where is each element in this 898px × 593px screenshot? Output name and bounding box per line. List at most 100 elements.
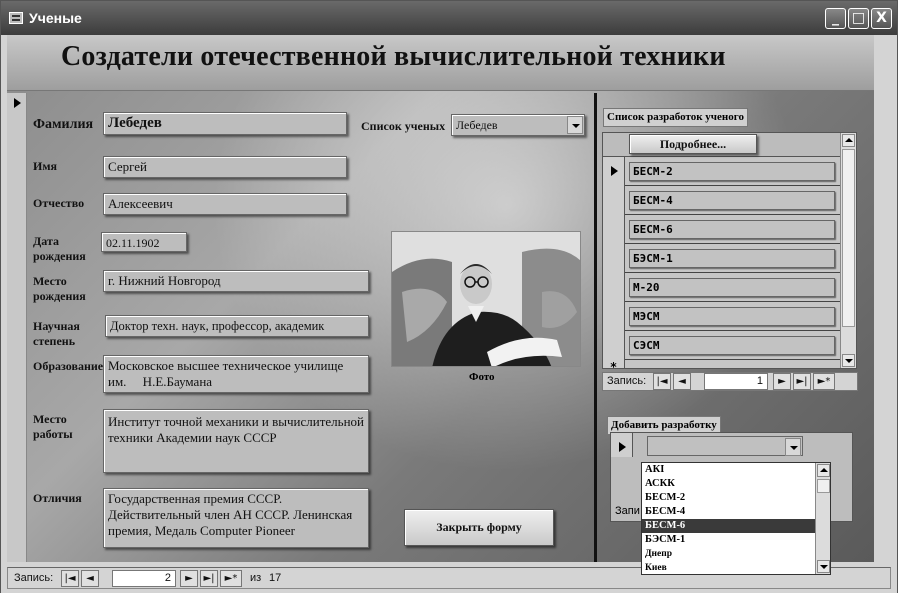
maximize-button[interactable]: □ [848, 8, 869, 29]
development-cell[interactable]: СЭСМ [629, 336, 835, 355]
page-title: Создатели отечественной вычислительной т… [61, 41, 726, 72]
row-selector[interactable] [603, 186, 625, 215]
table-row[interactable]: БЕСМ-4 [603, 186, 841, 215]
dropdown-option-selected[interactable]: БЕСМ-6 [642, 519, 817, 533]
dropdown-option[interactable]: АСКК [642, 477, 817, 491]
first-record-icon[interactable]: |◄ [61, 570, 79, 587]
row-selector-current[interactable] [603, 157, 625, 186]
degree-field[interactable]: Доктор техн. наук, профессор, академик [105, 315, 369, 337]
education-label: Образование [33, 359, 104, 373]
prev-record-icon[interactable]: ◄ [81, 570, 99, 587]
table-row[interactable]: МЭСМ [603, 302, 841, 331]
development-cell[interactable]: МЭСМ [629, 307, 835, 326]
row-selector[interactable] [603, 302, 625, 331]
subform-record-number[interactable]: 1 [704, 373, 768, 390]
new-record-icon[interactable]: ►* [813, 373, 835, 390]
surname-label: Фамилия [33, 117, 94, 132]
scroll-up-icon[interactable] [842, 134, 855, 147]
record-navigator: Запись: |◄ ◄ 2 ► ►| ►* из 17 [8, 570, 308, 588]
scroll-thumb[interactable] [817, 479, 830, 493]
record-selector[interactable] [7, 93, 27, 562]
development-cell[interactable]: БЕСМ-2 [629, 162, 835, 181]
minimize-button[interactable]: _ [825, 8, 846, 29]
add-development-combo[interactable] [647, 436, 803, 456]
dropdown-option[interactable]: АКI [642, 463, 817, 477]
birth-place-label: Место рождения [33, 274, 86, 303]
chevron-down-icon[interactable] [567, 116, 583, 134]
birth-place-field[interactable]: г. Нижний Новгород [103, 270, 369, 292]
chevron-down-icon[interactable] [785, 438, 801, 456]
vertical-scrollbar[interactable] [840, 133, 856, 368]
last-record-icon[interactable]: ►| [200, 570, 218, 587]
first-record-icon[interactable]: |◄ [653, 373, 671, 390]
surname-field[interactable]: Лебедев [103, 112, 347, 135]
row-selector[interactable] [603, 331, 625, 360]
scroll-down-icon[interactable] [817, 560, 830, 573]
name-label: Имя [33, 159, 57, 173]
last-record-icon[interactable]: ►| [793, 373, 811, 390]
name-field[interactable]: Сергей [103, 156, 347, 178]
next-record-icon[interactable]: ► [773, 373, 791, 390]
developments-list-label: Список разработок ученого [603, 108, 748, 127]
row-selector[interactable] [603, 273, 625, 302]
development-cell[interactable]: БЕСМ-4 [629, 191, 835, 210]
scientist-photo [391, 231, 581, 367]
subform-record-navigator: Запись: |◄ ◄ 1 ► ►| ►* [602, 372, 858, 391]
table-row[interactable]: БЕСМ-6 [603, 215, 841, 244]
development-cell[interactable]: БЭСМ-1 [629, 249, 835, 268]
scientist-list-combo[interactable]: Лебедев [451, 114, 585, 136]
patronymic-label: Отчество [33, 196, 85, 210]
table-row[interactable]: М-20 [603, 273, 841, 302]
form-icon[interactable] [9, 12, 23, 24]
dropdown-option[interactable]: БЕСМ-2 [642, 491, 817, 505]
title-bar[interactable]: Ученые _ □ X [1, 1, 897, 35]
developments-subform[interactable]: Подробнее... БЕСМ-2 БЕСМ-4 БЕСМ-6 БЭСМ-1… [602, 132, 857, 369]
application-window: Ученые _ □ X Создатели отечественной выч… [0, 0, 898, 593]
close-form-button[interactable]: Закрыть форму [404, 509, 554, 546]
table-row[interactable]: БЕСМ-2 [603, 157, 841, 186]
new-row[interactable]: * [603, 360, 841, 368]
close-window-button[interactable]: X [871, 8, 892, 29]
development-cell[interactable]: БЕСМ-6 [629, 220, 835, 239]
degree-label: Научная степень [33, 319, 80, 348]
prev-record-icon[interactable]: ◄ [673, 373, 691, 390]
patronymic-field[interactable]: Алексеевич [103, 193, 347, 215]
dropdown-scrollbar[interactable] [815, 463, 830, 574]
scroll-thumb[interactable] [842, 149, 855, 327]
scroll-up-icon[interactable] [817, 464, 830, 477]
record-of-label: из [250, 572, 262, 584]
window-title: Ученые [29, 10, 82, 26]
scientist-list-value: Лебедев [456, 118, 498, 132]
next-record-icon[interactable]: ► [180, 570, 198, 587]
birth-date-label: Дата рождения [33, 234, 86, 263]
table-row[interactable]: БЭСМ-1 [603, 244, 841, 273]
birth-date-field[interactable]: 02.11.1902 [101, 232, 187, 252]
education-field[interactable]: Московское высшее техническое училище им… [103, 355, 369, 393]
row-selector[interactable] [603, 215, 625, 244]
record-number[interactable]: 2 [112, 570, 176, 587]
add-subform-record-caption: Запи [615, 505, 640, 517]
record-total: 17 [269, 572, 282, 584]
subform-header: Подробнее... [603, 133, 841, 157]
new-row-marker[interactable]: * [603, 360, 625, 368]
row-selector[interactable] [603, 244, 625, 273]
dropdown-option[interactable]: БЭСМ-1 [642, 533, 817, 547]
table-row[interactable]: СЭСМ [603, 331, 841, 360]
work-label: Место работы [33, 412, 73, 441]
dropdown-option[interactable]: БЕСМ-4 [642, 505, 817, 519]
record-caption: Запись: [14, 572, 54, 584]
dropdown-option[interactable]: Киев [642, 561, 817, 574]
awards-label: Отличия [33, 491, 82, 505]
awards-field[interactable]: Государственная премия СССР. Действитель… [103, 488, 369, 548]
section-divider [594, 93, 597, 562]
add-row-selector[interactable] [611, 433, 633, 457]
development-cell[interactable]: М-20 [629, 278, 835, 297]
add-development-dropdown-list[interactable]: АКI АСКК БЕСМ-2 БЕСМ-4 БЕСМ-6 БЭСМ-1 Дне… [641, 462, 831, 575]
form-header: Создатели отечественной вычислительной т… [7, 35, 874, 91]
details-button[interactable]: Подробнее... [629, 134, 757, 154]
dropdown-option[interactable]: Днепр [642, 547, 817, 561]
subform-record-caption: Запись: [607, 375, 647, 387]
work-field[interactable]: Институт точной механики и вычислительно… [103, 409, 369, 473]
new-record-icon[interactable]: ►* [220, 570, 242, 587]
scroll-down-icon[interactable] [842, 354, 855, 367]
